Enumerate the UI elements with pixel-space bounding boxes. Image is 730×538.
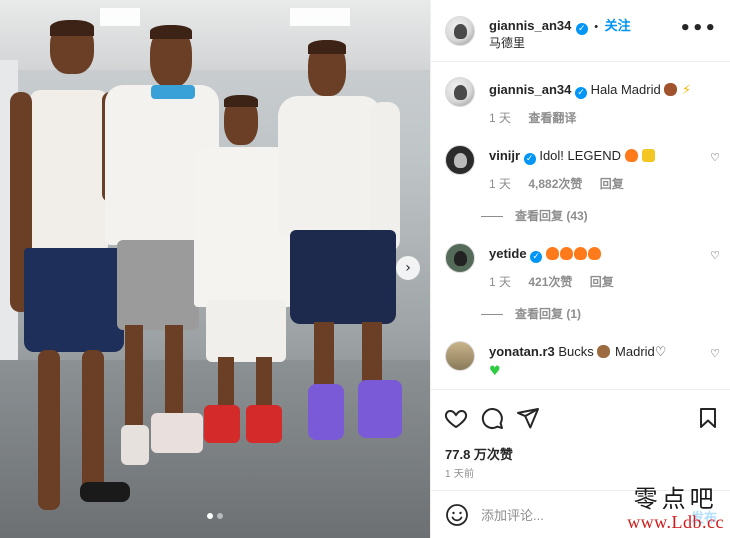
carousel-dot xyxy=(207,513,213,519)
fire-emoji xyxy=(573,247,587,260)
verified-badge-icon: ✓ xyxy=(530,251,543,263)
verified-badge-icon: ✓ xyxy=(523,153,536,165)
caption-time: 1 天 xyxy=(489,111,512,125)
comment-text-before: Bucks xyxy=(558,344,594,359)
white-heart-emoji: ♡ xyxy=(654,345,667,360)
reply-button[interactable]: 回复 xyxy=(600,177,624,191)
comment-text-after: Madrid xyxy=(615,344,655,359)
photo-next-button[interactable]: › xyxy=(396,256,420,280)
commenter-avatar[interactable] xyxy=(445,341,475,371)
post-location[interactable]: 马德里 xyxy=(489,34,525,51)
caption-username[interactable]: giannis_an34 xyxy=(489,82,571,97)
post-timestamp[interactable]: 1 天前 xyxy=(445,465,474,480)
save-bookmark-icon[interactable] xyxy=(696,406,720,430)
comments-list[interactable]: giannis_an34 ✓ Hala Madrid ⚡ 1 天 查看翻译 vi… xyxy=(431,63,730,389)
verified-badge-icon: ✓ xyxy=(575,23,588,35)
comment-bubble-icon[interactable] xyxy=(480,406,504,430)
commenter-username[interactable]: yonatan.r3 xyxy=(489,344,555,359)
share-paper-plane-icon[interactable] xyxy=(516,406,540,430)
fire-emoji xyxy=(559,247,573,260)
replies-line xyxy=(481,216,503,218)
follow-button[interactable]: 关注 xyxy=(605,18,631,33)
comment-likes[interactable]: 4,882次赞 xyxy=(528,177,582,191)
like-comment-icon[interactable]: ♡ xyxy=(709,347,721,360)
replies-line xyxy=(481,314,503,316)
photo-person-4 xyxy=(278,40,418,460)
comment-time: 1 天 xyxy=(489,275,512,289)
verified-badge-icon: ✓ xyxy=(575,87,587,99)
author-username[interactable]: giannis_an34 xyxy=(489,18,571,33)
author-avatar[interactable] xyxy=(445,16,475,46)
view-replies-button[interactable]: 查看回复 (43) xyxy=(481,207,588,224)
view-replies-label: 查看回复 (43) xyxy=(515,209,588,223)
commenter-avatar[interactable] xyxy=(445,145,475,175)
more-options-icon[interactable]: ••• xyxy=(679,18,717,39)
post-actions: 77.8 万次赞 1 天前 xyxy=(431,389,730,489)
deer-emoji xyxy=(597,345,611,358)
ceiling-light xyxy=(290,8,350,26)
comment-text-line: vinijr ✓ Idol! LEGEND xyxy=(489,147,707,165)
fire-emoji xyxy=(545,247,559,260)
like-comment-icon[interactable]: ♡ xyxy=(709,151,721,164)
caption: giannis_an34 ✓ Hala Madrid ⚡ 1 天 查看翻译 xyxy=(445,75,721,135)
comment-input[interactable] xyxy=(481,505,641,525)
like-heart-icon[interactable] xyxy=(444,406,468,430)
post-sidebar: giannis_an34 ✓ • 关注 马德里 ••• giannis_an34… xyxy=(430,0,730,538)
comment-text: Idol! LEGEND xyxy=(539,148,621,163)
green-heart-emoji: ♥ xyxy=(489,364,501,379)
view-replies-label: 查看回复 (1) xyxy=(515,307,582,321)
commenter-username[interactable]: vinijr xyxy=(489,148,520,163)
caption-meta: 1 天 查看翻译 xyxy=(489,109,590,126)
carousel-dot xyxy=(217,513,223,519)
caption-text: Hala Madrid xyxy=(590,82,661,97)
commenter-username[interactable]: yetide xyxy=(489,246,527,261)
caption-avatar[interactable] xyxy=(445,77,475,107)
fire-emoji xyxy=(587,247,601,260)
comment-text-line: yonatan.r3 Bucks Madrid♡ ♥ xyxy=(489,343,707,381)
comment-meta: 1 天 4,882次赞 回复 xyxy=(489,175,638,192)
comment-likes[interactable]: 421次赞 xyxy=(528,275,572,289)
crown-emoji xyxy=(642,149,656,162)
carousel-indicator xyxy=(0,506,430,524)
lightning-emoji: ⚡ xyxy=(681,82,692,97)
comment-item: vinijr ✓ Idol! LEGEND ♡ 1 天 4,882次赞 回复 查… xyxy=(445,143,721,233)
like-comment-icon[interactable]: ♡ xyxy=(709,249,721,262)
comment-item: yetide ✓ ♡ 1 天 421次赞 回复 查看回复 (1) xyxy=(445,241,721,331)
view-replies-button[interactable]: 查看回复 (1) xyxy=(481,305,581,322)
commenter-avatar[interactable] xyxy=(445,243,475,273)
post-header: giannis_an34 ✓ • 关注 马德里 ••• xyxy=(431,0,730,62)
separator-dot: • xyxy=(594,21,599,33)
watermark-url: www.Ldb.cc xyxy=(627,512,724,532)
emoji-picker-icon[interactable] xyxy=(445,503,469,527)
comment-item: yonatan.r3 Bucks Madrid♡ ♥ ♡ xyxy=(445,339,721,389)
fire-emoji xyxy=(624,149,638,162)
comment-time: 1 天 xyxy=(489,177,512,191)
post-like-count[interactable]: 77.8 万次赞 xyxy=(445,444,513,463)
site-watermark: 零点吧 www.Ldb.cc xyxy=(627,486,724,532)
reply-button[interactable]: 回复 xyxy=(590,275,614,289)
watermark-chinese: 零点吧 xyxy=(633,485,718,513)
translate-link[interactable]: 查看翻译 xyxy=(528,111,576,125)
flexed-biceps-emoji xyxy=(664,83,678,96)
post-photo[interactable]: › xyxy=(0,0,430,538)
author-line: giannis_an34 ✓ • 关注 xyxy=(489,15,631,35)
caption-text-line: giannis_an34 ✓ Hala Madrid ⚡ xyxy=(489,81,707,99)
comment-meta: 1 天 421次赞 回复 xyxy=(489,273,628,290)
comment-text-line: yetide ✓ xyxy=(489,245,707,263)
